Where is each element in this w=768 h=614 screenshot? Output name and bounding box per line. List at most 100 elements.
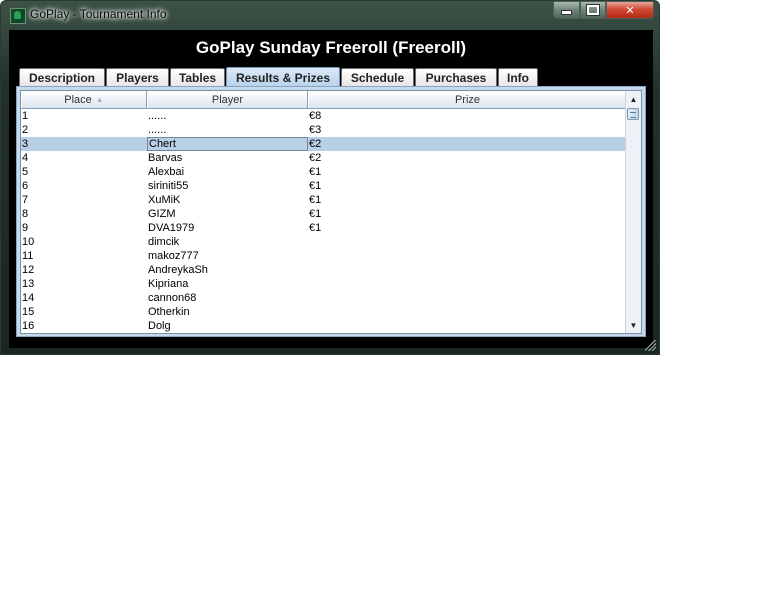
place-cell: 16 [22,320,35,332]
table-row[interactable]: 14 cannon68 [21,291,627,305]
column-header-player[interactable]: Player [147,91,308,108]
prize-cell: €2 [309,152,322,164]
player-cell: siriniti55 [148,180,189,192]
scroll-down-button[interactable]: ▼ [626,317,641,333]
place-cell: 3 [22,138,29,150]
player-cell: DVA1979 [148,222,195,234]
tab-label: Info [507,70,529,85]
prize-cell: €1 [309,194,322,206]
maximize-icon [586,4,600,16]
table-row[interactable]: 11 makoz777 [21,249,627,263]
player-cell: Chert [147,137,308,151]
table-row[interactable]: 10 dimcik [21,235,627,249]
table-body: 1...... €8 2...... €3 3 Chert €2 4 Barvas €2 5 Alex… [21,109,627,333]
place-cell: 2 [22,124,29,136]
prize-cell: €1 [309,180,322,192]
window-controls: ✕ [553,1,654,20]
table-row[interactable]: 3 Chert €2 [21,137,627,151]
prize-cell: €8 [309,110,322,122]
prize-cell [308,305,627,319]
table-row[interactable]: 15 Otherkin [21,305,627,319]
title-bar[interactable]: GoPlay - Tournament Info ✕ [1,1,659,29]
place-cell: 13 [22,278,35,290]
table-row[interactable]: 12 AndreykaSh [21,263,627,277]
prize-cell: €1 [309,208,322,220]
arrow-up-icon: ▲ [629,94,638,104]
column-header-prize[interactable]: Prize [308,91,627,108]
vertical-scrollbar[interactable]: ▲ ▼ [625,91,641,333]
column-header-place[interactable]: Place ▲ [21,91,147,108]
prize-cell [308,263,627,277]
resize-grip-icon[interactable] [645,340,656,351]
player-cell: Kipriana [148,278,189,290]
column-label: Prize [454,93,481,106]
tab-label: Schedule [350,70,405,85]
tab-schedule[interactable]: Schedule [341,68,414,86]
player-cell: Otherkin [148,306,190,318]
scroll-up-button[interactable]: ▲ [626,91,641,107]
table-row[interactable]: 1...... €8 [21,109,627,123]
table-row[interactable]: 5 Alexbai €1 [21,165,627,179]
player-cell: ...... [148,124,167,136]
place-cell: 7 [22,194,29,206]
table-header: Place ▲ Player Prize [21,91,627,109]
table-row[interactable]: 16 Dolg [21,319,627,333]
column-label: Player [211,93,244,106]
arrow-down-icon: ▼ [629,320,638,330]
minimize-button[interactable] [553,1,580,19]
tab-label: Description [28,70,95,85]
close-icon: ✕ [625,4,635,17]
results-table: Place ▲ Player Prize 1...... €8 2...... €3 3… [20,90,642,334]
tab-results-prizes[interactable]: Results & Prizes [226,67,340,87]
tab-label: Players [116,70,159,85]
player-cell: dimcik [148,236,180,248]
tab-tables[interactable]: Tables [170,68,225,86]
table-row[interactable]: 8 GIZM €1 [21,207,627,221]
player-cell: AndreykaSh [148,264,208,276]
tab-purchases[interactable]: Purchases [415,68,497,86]
player-cell: makoz777 [148,250,199,262]
table-row[interactable]: 13 Kipriana [21,277,627,291]
place-cell: 4 [22,152,29,164]
place-cell: 6 [22,180,29,192]
client-area: GoPlay Sunday Freeroll (Freeroll) Descri… [9,30,653,348]
player-cell: GIZM [148,208,176,220]
place-cell: 12 [22,264,35,276]
table-row[interactable]: 6 siriniti55 €1 [21,179,627,193]
prize-cell: €2 [309,138,322,150]
tab-bar: Description Players Tables Results & Pri… [19,67,539,87]
place-cell: 8 [22,208,29,220]
prize-cell [308,277,627,291]
prize-cell: €3 [309,124,322,136]
place-cell: 10 [22,236,35,248]
goplay-app-icon [10,8,26,24]
prize-cell: €1 [309,222,322,234]
player-cell: Dolg [148,320,171,332]
player-cell: Alexbai [148,166,185,178]
tab-info[interactable]: Info [498,68,538,86]
column-label: Place [64,93,92,106]
place-cell: 11 [22,250,34,262]
place-cell: 1 [22,110,29,122]
prize-cell [308,249,627,263]
scroll-thumb[interactable] [627,108,639,120]
prize-cell: €1 [309,166,322,178]
tab-description[interactable]: Description [19,68,105,86]
table-row[interactable]: 4 Barvas €2 [21,151,627,165]
table-row[interactable]: 2...... €3 [21,123,627,137]
player-cell: XuMiK [148,194,181,206]
table-row[interactable]: 9 DVA1979 €1 [21,221,627,235]
close-button[interactable]: ✕ [606,1,654,19]
tab-label: Purchases [425,70,487,85]
place-cell: 15 [22,306,35,318]
tournament-info-window: GoPlay - Tournament Info ✕ GoPlay Sunday… [0,0,660,355]
prize-cell [308,235,627,249]
table-row[interactable]: 7 XuMiK €1 [21,193,627,207]
player-cell: ...... [148,110,167,122]
tab-players[interactable]: Players [106,68,169,86]
prize-cell [308,291,627,305]
player-cell: cannon68 [148,292,197,304]
place-cell: 9 [22,222,29,234]
tab-label: Results & Prizes [235,70,331,85]
maximize-button[interactable] [580,1,606,19]
